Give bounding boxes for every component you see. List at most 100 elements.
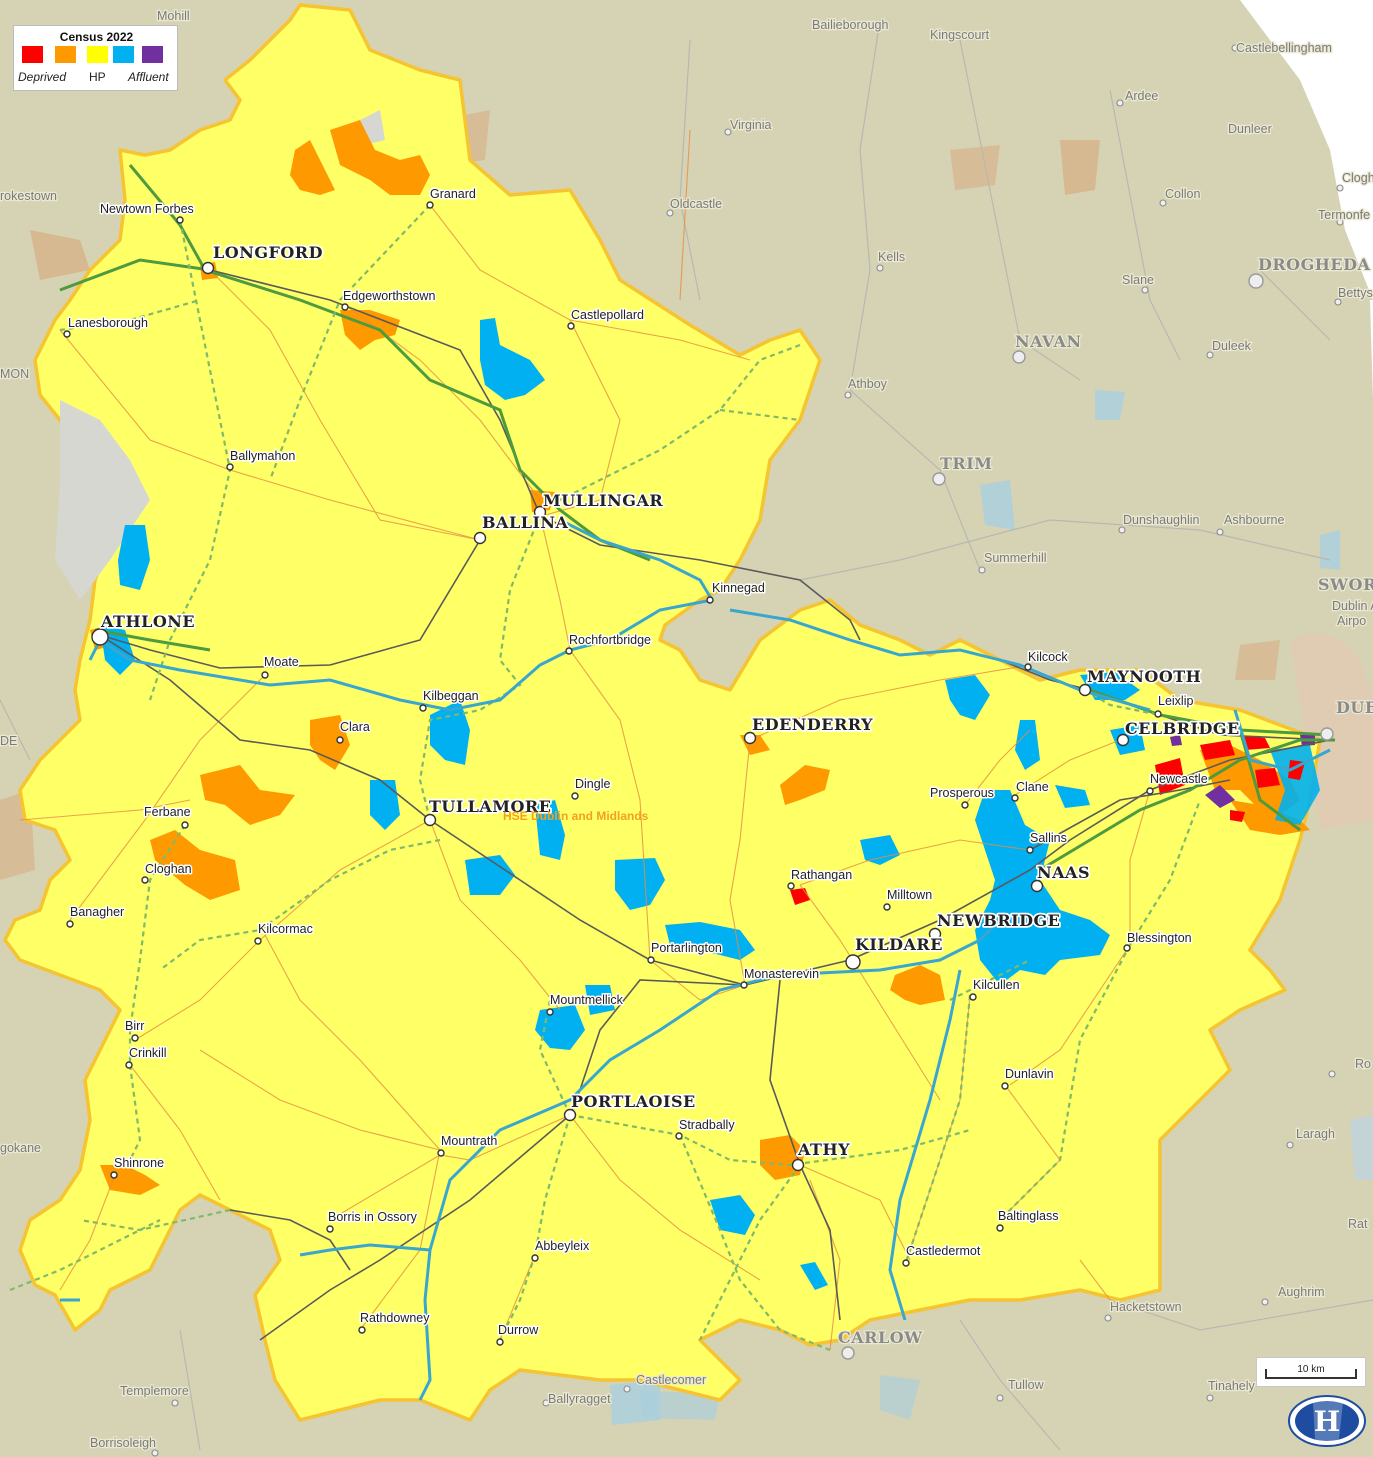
town-label-dingle: Dingle <box>575 777 610 791</box>
ext-label-aughrim: Aughrim <box>1278 1285 1325 1299</box>
ext-label-dublin-airport: Dublin Airpo <box>1332 599 1373 613</box>
legend-swatch-affluent <box>142 46 163 63</box>
ext-label-carlow: CARLOW <box>838 1328 923 1347</box>
town-label-shinrone: Shinrone <box>114 1156 164 1170</box>
town-label-prosperous: Prosperous <box>930 786 994 800</box>
town-label-durrow: Durrow <box>498 1323 539 1337</box>
marker-portlaoise <box>563 1108 577 1122</box>
town-label-birr: Birr <box>125 1019 144 1033</box>
ext-label-trim: TRIM <box>940 454 992 473</box>
town-label-edenderry: EDENDERRY <box>752 715 873 734</box>
marker-kildare <box>845 954 861 970</box>
ext-label-airport-red: Airpo <box>1337 614 1366 628</box>
ext-label-virginia: Virginia <box>730 118 772 132</box>
town-label-newbridge: NEWBRIDGE <box>937 911 1060 930</box>
town-label-mullingar: MULLINGAR <box>543 491 663 510</box>
marker-athlone <box>91 628 109 646</box>
legend-swatch-marginally-below <box>55 46 76 63</box>
marker-tullamore <box>423 813 437 827</box>
ext-label-termonfe: Termonfe <box>1318 208 1370 222</box>
marker-ballina <box>473 531 487 545</box>
ext-label-gokane: gokane <box>0 1141 41 1155</box>
ext-label-slane: Slane <box>1122 273 1154 287</box>
town-label-ferbane: Ferbane <box>144 805 191 819</box>
scale-bar: 10 km <box>1256 1357 1366 1387</box>
ext-label-oldcastle: Oldcastle <box>670 197 722 211</box>
marker-athy <box>791 1158 805 1172</box>
town-label-rathangan: Rathangan <box>791 868 852 882</box>
ext-label-dunshaughlin: Dunshaughlin <box>1123 513 1199 527</box>
town-label-castledermot: Castledermot <box>906 1244 981 1258</box>
town-label-baltinglass: Baltinglass <box>998 1209 1058 1223</box>
town-label-portlaoise: PORTLAOISE <box>571 1092 696 1111</box>
ext-label-collon: Collon <box>1165 187 1200 201</box>
ext-label-tullow: Tullow <box>1008 1378 1045 1392</box>
ext-label-ro: Ro <box>1355 1057 1371 1071</box>
ext-label-ardee: Ardee <box>1125 89 1158 103</box>
legend-label-deprived: Deprived <box>18 70 67 84</box>
hse-logo: H <box>1288 1395 1366 1447</box>
town-label-milltown: Milltown <box>887 888 932 902</box>
ext-label-rat: Rat <box>1348 1217 1368 1231</box>
ext-label-ballyragget: Ballyragget <box>548 1392 611 1406</box>
ext-label-castlebellingham: Castlebellingham <box>1236 41 1332 55</box>
scale-bar-line <box>1265 1377 1357 1379</box>
marker-longford <box>201 261 215 275</box>
town-label-crinkill: Crinkill <box>129 1046 167 1060</box>
ext-label-mohill: Mohill <box>157 9 190 23</box>
ext-label-hacketstown: Hacketstown <box>1110 1300 1182 1314</box>
ext-label-templemore: Templemore <box>120 1384 189 1398</box>
town-label-stradbally: Stradbally <box>679 1118 735 1132</box>
town-label-athy: ATHY <box>797 1140 850 1159</box>
town-label-celbridge: CELBRIDGE <box>1125 719 1240 738</box>
town-label-cloghan: Cloghan <box>145 862 192 876</box>
town-label-moate: Moate <box>264 655 299 669</box>
town-label-borris-in-ossory: Borris in Ossory <box>328 1210 418 1224</box>
town-label-edgeworthstown: Edgeworthstown <box>343 289 435 303</box>
town-label-naas: NAAS <box>1037 863 1090 882</box>
ext-label-bailieborough: Bailieborough <box>812 18 888 32</box>
legend-swatch-deprived <box>22 46 43 63</box>
scale-bar-label: 10 km <box>1297 1364 1325 1375</box>
ext-label-athboy: Athboy <box>848 377 888 391</box>
town-label-abbeyleix: Abbeyleix <box>535 1239 590 1253</box>
ext-label-tinahely: Tinahely <box>1208 1379 1256 1393</box>
town-label-newtown-forbes: Newtown Forbes <box>100 202 194 216</box>
town-label-sallins: Sallins <box>1030 831 1067 845</box>
ext-label-bettys: Bettys <box>1338 286 1373 300</box>
town-label-monasterevin: Monasterevin <box>744 967 819 981</box>
ext-label-kells: Kells <box>878 250 905 264</box>
ext-label-dunleer: Dunleer <box>1228 122 1272 136</box>
ext-label-ashbourne: Ashbourne <box>1224 513 1285 527</box>
town-label-rochfortbridge: Rochfortbridge <box>569 633 651 647</box>
ext-label-mon: MON <box>0 367 29 381</box>
town-label-kilcullen: Kilcullen <box>973 978 1020 992</box>
town-label-ballina: BALLINA <box>482 513 569 532</box>
town-label-athlone: ATHLONE <box>100 612 195 631</box>
map-canvas[interactable]: Mohill Bailieborough Kingscourt Castlebe… <box>0 0 1373 1457</box>
town-label-ballymahon: Ballymahon <box>230 449 295 463</box>
legend-swatch-marginally-above <box>113 46 134 63</box>
ext-label-sword: SWORI <box>1318 575 1373 594</box>
town-label-mountrath: Mountrath <box>441 1134 497 1148</box>
legend-label-hp: HP <box>89 70 106 84</box>
ext-label-drogheda: DROGHEDA <box>1258 255 1370 274</box>
town-label-dunlavin: Dunlavin <box>1005 1067 1054 1081</box>
town-label-mountmellick: Mountmellick <box>550 993 624 1007</box>
ext-label-duleek: Duleek <box>1212 339 1252 353</box>
region-label: HSE Dublin and Midlands <box>503 809 649 823</box>
map-svg: Mohill Bailieborough Kingscourt Castlebe… <box>0 0 1373 1457</box>
ext-label-de: DE <box>0 734 17 748</box>
town-label-longford: LONGFORD <box>213 243 323 262</box>
town-label-maynooth: MAYNOOTH <box>1087 667 1201 686</box>
marker-maynooth <box>1078 683 1092 697</box>
ext-label-clogh: Clogh <box>1342 171 1373 185</box>
ext-label-dub: DUB <box>1336 698 1373 717</box>
town-label-granard: Granard <box>430 187 476 201</box>
town-label-kilbeggan: Kilbeggan <box>423 689 479 703</box>
ext-label-castlecomer: Castlecomer <box>636 1373 706 1387</box>
town-label-portarlington: Portarlington <box>651 941 722 955</box>
ext-label-laragh: Laragh <box>1296 1127 1335 1141</box>
town-label-kildare: KILDARE <box>855 935 943 954</box>
legend: Census 2022 Deprived HP Affluent <box>13 25 178 91</box>
